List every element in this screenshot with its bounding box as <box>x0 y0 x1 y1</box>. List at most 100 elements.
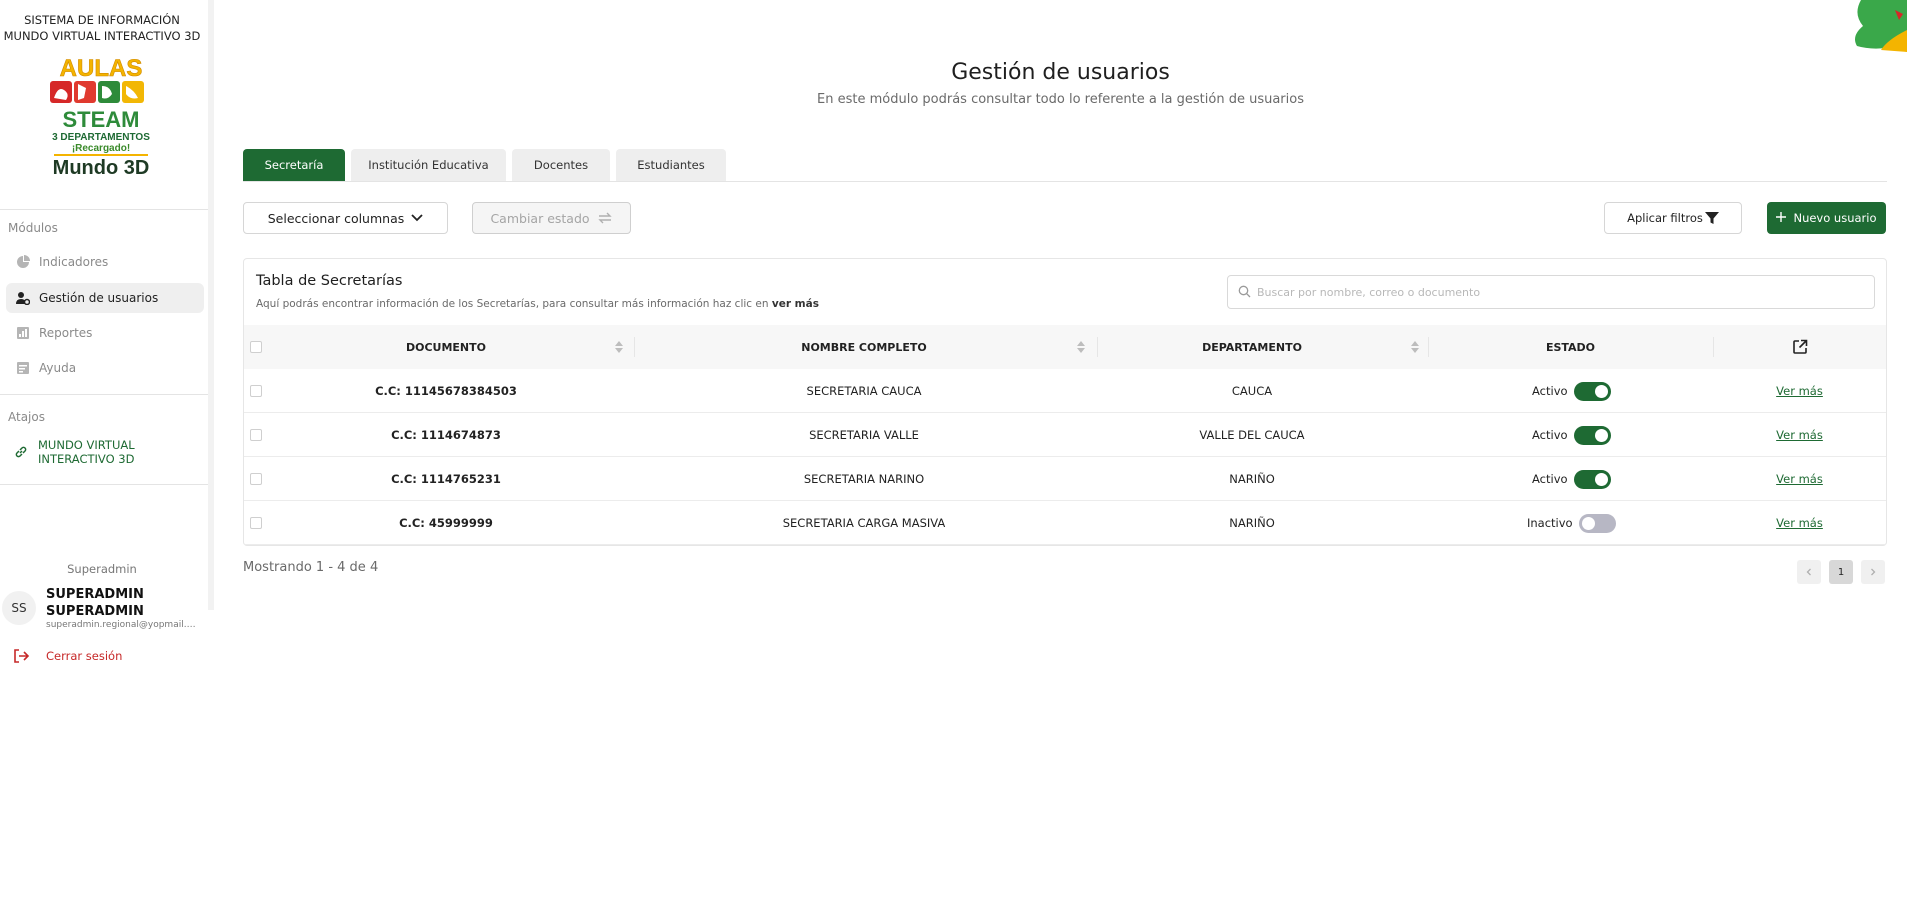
table-description-bold: ver más <box>771 298 819 310</box>
sidebar-item-reportes[interactable]: Reportes <box>6 318 204 348</box>
external-link-icon <box>1792 339 1807 354</box>
help-icon <box>16 361 30 375</box>
change-state-button[interactable]: Cambiar estado <box>472 202 631 234</box>
avatar: SS <box>2 591 36 625</box>
sort-icon[interactable] <box>1077 341 1085 353</box>
ver-mas-link[interactable]: Ver más <box>1713 369 1886 413</box>
export-button[interactable] <box>1713 325 1886 369</box>
page-title: Gestión de usuarios <box>951 60 1170 85</box>
change-state-label: Cambiar estado <box>490 210 590 226</box>
next-page-button[interactable] <box>1861 560 1885 584</box>
search-input[interactable] <box>1257 285 1874 299</box>
cell-estado: Activo <box>1532 369 1611 413</box>
row-checkbox[interactable] <box>250 473 262 485</box>
table-row: C.C: 11145678384503 SECRETARIA CAUCA CAUCA… <box>244 369 1886 413</box>
link-icon <box>14 445 28 459</box>
pagination-summary: Mostrando 1 - 4 de 4 <box>243 560 379 575</box>
system-title: SISTEMA DE INFORMACIÓN MUNDO VIRTUAL INT… <box>0 12 204 44</box>
cell-documento: C.C: 11145678384503 <box>375 384 517 398</box>
plus-icon <box>1776 211 1787 225</box>
tab-institucion-educativa[interactable]: Institución Educativa <box>351 149 506 181</box>
chevron-down-icon <box>411 214 423 222</box>
tab-secretaria[interactable]: Secretaría <box>243 149 345 181</box>
logo-word-departamentos: 3 DEPARTAMENTOS <box>52 132 150 143</box>
column-documento[interactable]: DOCUMENTO <box>276 325 616 369</box>
select-columns-button[interactable]: Seleccionar columnas <box>243 202 448 234</box>
system-title-line1: SISTEMA DE INFORMACIÓN <box>24 13 180 27</box>
sidebar-divider <box>0 394 208 395</box>
aulas-steam-logo: AULAS STEAM 3 DEPARTAMENTOS ¡Recargado! … <box>50 55 150 179</box>
shortcut-label: MUNDO VIRTUAL INTERACTIVO 3D <box>38 438 135 466</box>
status-label: Activo <box>1532 472 1568 486</box>
tab-estudiantes[interactable]: Estudiantes <box>616 149 726 181</box>
cell-departamento: NARIÑO <box>1229 516 1275 530</box>
cell-documento: C.C: 1114674873 <box>391 428 501 442</box>
cell-nombre: SECRETARIA VALLE <box>809 428 919 442</box>
table-header: DOCUMENTO NOMBRE COMPLETO DEPARTAMENTO E… <box>244 325 1886 369</box>
swap-icon <box>597 211 613 225</box>
logout-button[interactable]: Cerrar sesión <box>12 647 122 665</box>
toggle-knob <box>1594 472 1608 486</box>
sidebar-divider <box>0 209 208 210</box>
table-description: Aquí podrás encontrar información de los… <box>256 298 819 310</box>
tabs-underline <box>243 181 1887 182</box>
cell-departamento: VALLE DEL CAUCA <box>1199 428 1305 442</box>
logo-word-steam: STEAM <box>63 107 140 132</box>
search-icon <box>1238 283 1251 302</box>
row-checkbox[interactable] <box>250 517 262 529</box>
search-box[interactable] <box>1227 275 1875 309</box>
toggle-knob <box>1594 384 1608 398</box>
status-label: Activo <box>1532 428 1568 442</box>
report-icon <box>16 326 30 340</box>
corner-decoration <box>1855 0 1907 52</box>
user-email: superadmin.regional@yopmail.com <box>46 620 198 630</box>
cell-estado: Activo <box>1532 457 1611 501</box>
column-estado: ESTADO <box>1545 340 1596 354</box>
cell-documento: C.C: 1114765231 <box>391 472 501 486</box>
select-all-checkbox[interactable] <box>250 341 262 353</box>
status-toggle[interactable] <box>1573 469 1611 489</box>
prev-page-button[interactable] <box>1797 560 1821 584</box>
user-name-line2: SUPERADMIN <box>46 604 144 619</box>
logout-icon <box>12 647 30 665</box>
ver-mas-link[interactable]: Ver más <box>1713 501 1886 545</box>
cell-documento: C.C: 45999999 <box>399 516 493 530</box>
status-toggle[interactable] <box>1573 425 1611 445</box>
user-name: SUPERADMIN SUPERADMIN <box>46 586 196 620</box>
row-checkbox[interactable] <box>250 429 262 441</box>
status-toggle[interactable] <box>1573 381 1611 401</box>
chevron-left-icon <box>1806 568 1811 576</box>
ver-mas-link[interactable]: Ver más <box>1713 457 1886 501</box>
new-user-button[interactable]: Nuevo usuario <box>1767 202 1886 234</box>
sidebar-item-label: Indicadores <box>39 255 109 269</box>
secretarias-table-card: Tabla de Secretarías Aquí podrás encontr… <box>243 258 1887 546</box>
cell-nombre: SECRETARIA NARINO <box>803 472 925 486</box>
tab-docentes[interactable]: Docentes <box>512 149 610 181</box>
shortcut-label-line2: INTERACTIVO 3D <box>38 452 135 466</box>
apply-filters-button[interactable]: Aplicar filtros <box>1604 202 1742 234</box>
apply-filters-label: Aplicar filtros <box>1627 211 1703 225</box>
logo-word-aulas: AULAS <box>60 55 143 82</box>
table-description-text: Aquí podrás encontrar información de los… <box>256 298 769 310</box>
sidebar-item-ayuda[interactable]: Ayuda <box>6 353 204 383</box>
logo-word-mundo3d: Mundo 3D <box>53 157 150 179</box>
sidebar-divider <box>0 484 208 485</box>
column-departamento[interactable]: DEPARTAMENTO <box>1097 325 1407 369</box>
select-columns-label: Seleccionar columnas <box>267 210 405 226</box>
ver-mas-link[interactable]: Ver más <box>1713 413 1886 457</box>
column-nombre-completo[interactable]: NOMBRE COMPLETO <box>634 325 1094 369</box>
status-toggle[interactable] <box>1578 513 1616 533</box>
modules-label: Módulos <box>8 221 58 235</box>
page-subtitle: En este módulo podrás consultar todo lo … <box>817 92 1304 107</box>
cell-nombre: SECRETARIA CARGA MASIVA <box>782 516 946 530</box>
sort-icon[interactable] <box>1411 341 1419 353</box>
user-role: Superadmin <box>67 562 137 576</box>
row-checkbox[interactable] <box>250 385 262 397</box>
sidebar-item-indicadores[interactable]: Indicadores <box>6 247 204 277</box>
sidebar-item-gestion-usuarios[interactable]: Gestión de usuarios <box>6 283 204 313</box>
page-1-button[interactable]: 1 <box>1829 560 1853 584</box>
shortcut-mundo-virtual[interactable]: MUNDO VIRTUAL INTERACTIVO 3D <box>14 438 135 466</box>
toggle-knob <box>1594 428 1608 442</box>
pie-chart-icon <box>16 255 30 269</box>
sort-icon[interactable] <box>615 341 623 353</box>
